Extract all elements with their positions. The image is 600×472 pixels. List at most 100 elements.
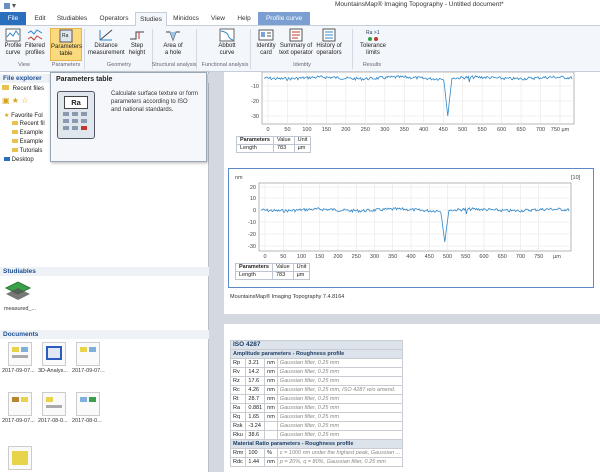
tree-item[interactable]: ★ Favorite Fol [4, 112, 43, 119]
x-tick-label: 600 [479, 254, 488, 260]
x-tick-label: 700 [536, 127, 545, 133]
star-icon[interactable]: ★ [12, 96, 19, 105]
tree-item[interactable]: Example [12, 139, 43, 145]
step-height-button[interactable]: Step height [126, 28, 148, 56]
label: curve [5, 49, 21, 56]
iso-param: Rq [229, 412, 247, 422]
tree-item[interactable]: Recent fil [12, 121, 45, 127]
tab-profile-curve[interactable]: Profile curve [258, 12, 310, 25]
app-menu-icon[interactable] [4, 2, 16, 10]
document-thumbnail[interactable] [42, 342, 66, 366]
doc-preview-icon [80, 397, 96, 402]
filtered-profiles-button[interactable]: Filtered profiles [24, 28, 46, 56]
row-length-unit: µm [292, 271, 311, 280]
document-thumbnail[interactable] [8, 446, 32, 470]
area-of-hole-button[interactable]: Area of a hole [160, 28, 186, 56]
label: limits [366, 49, 380, 56]
tolerance-limits-button[interactable]: Ra >1 Tolerance limits [358, 28, 388, 56]
folder-icon [2, 85, 9, 90]
group-identity: Identity [293, 62, 311, 68]
parameters-table-button[interactable]: Ra Parameters table [50, 28, 82, 61]
desktop-icon [4, 157, 10, 161]
folder-up-icon[interactable]: ▣ [2, 96, 10, 105]
document-page-2: ISO 4287 Amplitude parameters - Roughnes… [224, 324, 600, 472]
tab-studies[interactable]: Studies [135, 12, 167, 26]
iso-value: 0.881 [245, 403, 266, 413]
document-label: 2017-08-0... [38, 418, 68, 424]
group-view: View [18, 62, 30, 68]
iso-param: Rmr [229, 448, 247, 458]
document-thumbnail[interactable] [76, 392, 100, 416]
iso-value: -3.24 [245, 421, 266, 431]
tree-item[interactable]: Desktop [4, 157, 34, 163]
x-tick-label: 500 [443, 254, 452, 260]
abbott-curve-icon [219, 28, 235, 42]
tab-minidocs[interactable]: Minidocs [170, 12, 202, 25]
history-operators-button[interactable]: History of operators [314, 28, 344, 56]
document-thumbnail[interactable] [42, 392, 66, 416]
tab-edit[interactable]: Edit [30, 12, 50, 25]
ruler-icon [99, 29, 113, 41]
tree-item[interactable]: Tutorials [12, 148, 42, 154]
tab-help[interactable]: Help [234, 12, 254, 25]
star-outline-icon[interactable]: ☆ [21, 96, 28, 105]
label: Recent fil [19, 121, 45, 127]
iso-section-material: Material Ratio parameters - Roughness pr… [229, 439, 404, 449]
iso-unit [264, 421, 278, 431]
distance-measurement-button[interactable]: Distance measurement [88, 28, 125, 56]
iso-row: Rmr 100% c = 1000 nm under the highest pea… [229, 448, 404, 458]
y-tick-label: -30 [248, 244, 256, 250]
tab-studiables[interactable]: Studiables [54, 12, 90, 25]
tolerance-icon: Ra >1 [366, 30, 380, 41]
group-results: Results [362, 62, 382, 68]
calculator-keys-icon [63, 112, 87, 130]
studiable-thumbnail[interactable] [4, 278, 32, 304]
label: table [59, 50, 73, 57]
x-tick-label: 200 [341, 127, 350, 133]
header-value: Value [271, 263, 294, 272]
parameters-table-2: Parameters Value Unit Length 783 µm [235, 263, 311, 280]
document-thumbnail[interactable] [76, 342, 100, 366]
group-parameters: Parameters [51, 62, 81, 68]
tab-operators[interactable]: Operators [96, 12, 132, 25]
label: Identity [256, 43, 276, 49]
label: a hole [164, 49, 182, 56]
doc-preview-icon [46, 346, 62, 360]
label: Parameters [51, 44, 83, 50]
group-functional-analysis: Functional analysis [201, 62, 249, 68]
iso-row: Rz 17.6 nm Gaussian filter, 0.25 mm [229, 376, 404, 386]
iso-comment: Gaussian filter, 0.25 mm [276, 421, 404, 431]
x-tick-label: 50 [284, 127, 290, 133]
tab-file[interactable]: File [0, 12, 26, 25]
header-value: Value [272, 136, 295, 145]
y-tick-label: -30 [251, 114, 259, 120]
separator [250, 29, 251, 69]
profile-chart-2: nm [10] 20100-10-20-300 50 100 150 200 250 300… [235, 175, 581, 260]
profile-curve-button[interactable]: Profile curve [2, 28, 24, 56]
document-thumbnail[interactable] [8, 392, 32, 416]
parameters-table-tooltip: Parameters table Ra Calculate surface te… [50, 72, 207, 162]
x-tick-label: 450 [439, 127, 448, 133]
tree-item[interactable]: Example [12, 130, 43, 136]
iso-row: Rku 38.6 Gaussian filter, 0.25 mm [229, 430, 404, 440]
document-thumbnail[interactable] [8, 342, 32, 366]
iso-value: 1.65 [245, 412, 266, 422]
group-geometry: Geometry [106, 62, 132, 68]
y-unit-label: nm [235, 175, 243, 181]
recent-files-item[interactable]: Recent files [2, 85, 44, 92]
studiables-header: Studiables [0, 267, 210, 276]
y-tick-label: -10 [251, 84, 259, 90]
tab-view[interactable]: View [208, 12, 228, 25]
abbott-curve-button[interactable]: Abbott curve [214, 28, 240, 56]
x-tick-label: 0 [263, 254, 266, 260]
label: Filtered [24, 43, 45, 49]
profile-frame-2[interactable]: nm [10] 20 10 0 -10 -20 -30 0 50 100 150 200 250 300… [228, 168, 594, 288]
iso-row: Rq 1.65 nm Gaussian filter, 0.25 mm [229, 412, 404, 422]
label: text operator [279, 49, 313, 56]
header-unit: Unit [293, 136, 312, 145]
x-tick-label: µm [553, 254, 561, 260]
x-tick-label: 700 [516, 254, 525, 260]
summary-text-operator-button[interactable]: Summary of text operator [278, 28, 314, 56]
svg-text:Ra >1: Ra >1 [366, 30, 380, 36]
identity-card-button[interactable]: Identity card [254, 28, 278, 56]
